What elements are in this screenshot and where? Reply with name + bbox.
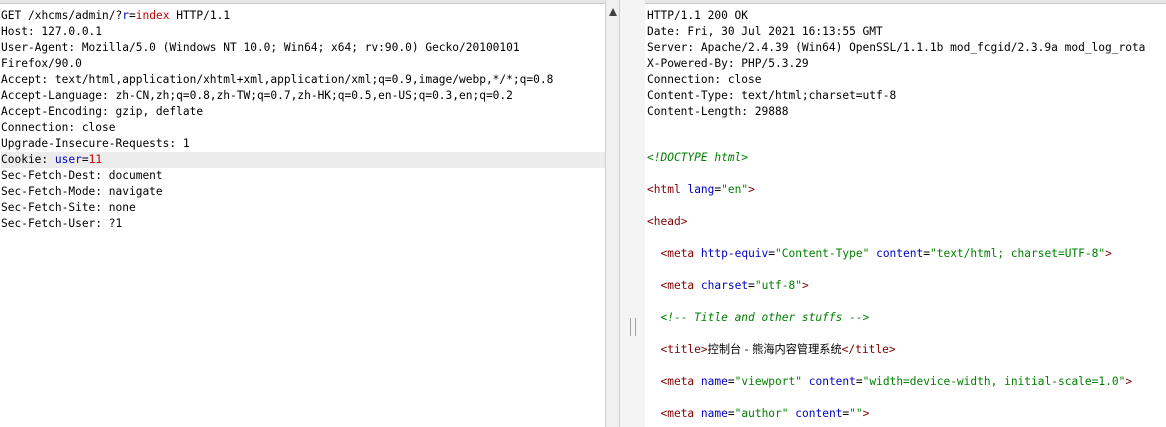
- meta4-attr1: name: [700, 407, 728, 420]
- response-header-line: Content-Length: 29888: [647, 105, 789, 118]
- meta3-attr1: name: [700, 375, 728, 388]
- meta4-attr2: content: [795, 407, 843, 420]
- meta4-val1: "author": [734, 407, 789, 420]
- request-header-line: Sec-Fetch-Site: none: [1, 201, 136, 214]
- body-line-meta-content-type: <meta http-equiv="Content-Type" content=…: [660, 247, 1112, 260]
- request-method: GET: [1, 9, 22, 22]
- request-editor[interactable]: GET /xhcms/admin/?r=index HTTP/1.1 Host:…: [0, 0, 605, 427]
- response-header-line: X-Powered-By: PHP/5.3.29: [647, 57, 809, 70]
- body-line-meta-author: <meta name="author" content="">: [660, 407, 870, 420]
- meta4-val2: "": [849, 407, 863, 420]
- meta1-val1: "Content-Type": [775, 247, 870, 260]
- meta2-val: "utf-8": [754, 279, 802, 292]
- request-scrollbar[interactable]: [605, 0, 620, 427]
- request-param-name: r: [122, 9, 130, 22]
- request-path: /xhcms/admin/?: [27, 9, 123, 22]
- response-header-line: Connection: close: [647, 73, 762, 86]
- html-tag: html: [653, 183, 681, 196]
- body-line-comment: <!-- Title and other stuffs -->: [647, 310, 1166, 342]
- request-header-line: Sec-Fetch-Mode: navigate: [1, 185, 163, 198]
- request-header-line: User-Agent: Mozilla/5.0 (Windows NT 10.0…: [1, 41, 520, 54]
- body-line-title: <title>控制台 - 熊海内容管理系统</title>: [660, 343, 896, 356]
- request-header-line: Accept-Encoding: gzip, deflate: [1, 105, 204, 118]
- request-param-value: index: [135, 9, 170, 22]
- title-close-tag: title: [855, 343, 889, 356]
- response-headers: HTTP/1.1 200 OK Date: Fri, 30 Jul 2021 1…: [647, 8, 1166, 120]
- meta3-attr2: content: [808, 375, 856, 388]
- request-header-line: Sec-Fetch-Dest: document: [1, 169, 163, 182]
- request-line: GET /xhcms/admin/?r=index HTTP/1.1: [1, 9, 231, 22]
- response-tab-strip: [645, 0, 1166, 4]
- body-line-doctype: <!DOCTYPE html>: [647, 150, 1166, 182]
- request-tab-strip: [0, 0, 605, 4]
- pane-splitter[interactable]: [620, 0, 645, 427]
- html-val: "en": [721, 183, 749, 196]
- meta1-attr1: http-equiv: [700, 247, 769, 260]
- body-line-head: <head>: [647, 215, 688, 228]
- request-header-line: Firefox/90.0: [1, 57, 82, 70]
- response-header-line: Server: Apache/2.4.39 (Win64) OpenSSL/1.…: [647, 41, 1146, 54]
- request-cookie-line: Cookie: user=11: [1, 152, 605, 168]
- meta2-attr: charset: [700, 279, 749, 292]
- title-open-tag: title: [667, 343, 701, 356]
- cookie-label: Cookie:: [1, 153, 55, 166]
- scroll-up-arrow-icon[interactable]: [609, 8, 617, 16]
- response-header-line: Content-Type: text/html;charset=utf-8: [647, 89, 897, 102]
- meta1-val2: "text/html; charset=UTF-8": [929, 247, 1106, 260]
- meta1-attr2: content: [876, 247, 924, 260]
- request-header-line: Accept: text/html,application/xhtml+xml,…: [1, 73, 554, 86]
- cookie-value: 11: [88, 153, 103, 166]
- body-line-meta-viewport: <meta name="viewport" content="width=dev…: [660, 375, 1133, 388]
- request-header-line: Accept-Language: zh-CN,zh;q=0.8,zh-TW;q=…: [1, 89, 513, 102]
- request-header-line: Sec-Fetch-User: ?1: [1, 217, 123, 230]
- head-tag: head: [653, 215, 681, 228]
- comment-text: <!-- Title and other stuffs -->: [660, 311, 870, 324]
- cookie-name: user: [54, 153, 82, 166]
- meta3-val1: "viewport": [734, 375, 802, 388]
- body-line-meta-charset: <meta charset="utf-8">: [660, 279, 809, 292]
- request-header-line: Connection: close: [1, 121, 116, 134]
- request-text[interactable]: GET /xhcms/admin/?r=index HTTP/1.1 Host:…: [1, 8, 605, 232]
- response-status-line: HTTP/1.1 200 OK: [647, 9, 749, 22]
- response-body: <!DOCTYPE html> <html lang="en"> <head> …: [647, 150, 1166, 427]
- body-line-html: <html lang="en">: [647, 183, 755, 196]
- request-protocol: HTTP/1.1: [176, 9, 231, 22]
- title-text: 控制台 - 熊海内容管理系统: [707, 343, 842, 356]
- splitter-grip-icon[interactable]: [630, 318, 636, 336]
- doctype-text: <!DOCTYPE html>: [647, 151, 749, 164]
- response-viewer[interactable]: HTTP/1.1 200 OK Date: Fri, 30 Jul 2021 1…: [645, 0, 1166, 427]
- response-header-line: Date: Fri, 30 Jul 2021 16:13:55 GMT: [647, 25, 883, 38]
- request-header-line: Upgrade-Insecure-Requests: 1: [1, 137, 190, 150]
- meta3-val2: "width=device-width, initial-scale=1.0": [862, 375, 1126, 388]
- html-attr: lang: [687, 183, 715, 196]
- request-header-line: Host: 127.0.0.1: [1, 25, 103, 38]
